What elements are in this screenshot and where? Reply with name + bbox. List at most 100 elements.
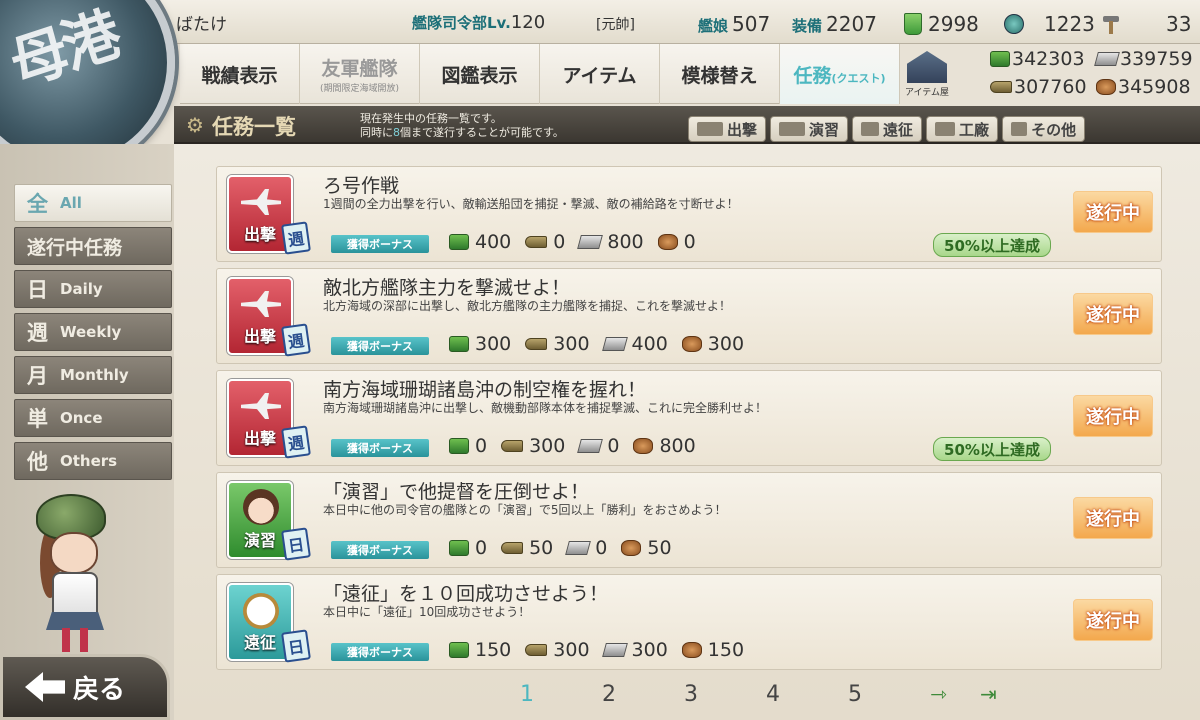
- nav-furniture[interactable]: 模様替え: [660, 44, 780, 104]
- quest-category: 出撃: [243, 429, 276, 448]
- bonus-badge: 獲得ボーナス: [331, 235, 429, 253]
- progress-badge: 50%以上達成: [933, 233, 1051, 257]
- tab-sortie-label: 出撃: [727, 120, 758, 139]
- ship-count-value: 507: [732, 12, 771, 36]
- filter-all-kanji: 全: [27, 192, 48, 216]
- quest-status-button[interactable]: 遂行中: [1073, 395, 1153, 437]
- steel-icon: [565, 541, 592, 555]
- filter-once[interactable]: 単 Once: [14, 399, 172, 437]
- quest-status-button[interactable]: 遂行中: [1073, 191, 1153, 233]
- back-button[interactable]: 戻る: [0, 654, 170, 720]
- plane-icon: [241, 291, 281, 317]
- page-1-button[interactable]: 1: [520, 682, 602, 707]
- reward-steel-value: 0: [595, 537, 608, 559]
- screw-count: 1223: [1004, 12, 1123, 36]
- last-page-icon[interactable]: ⇥: [980, 682, 1030, 707]
- steel-resource: 339759: [1094, 48, 1193, 70]
- filter-daily[interactable]: 日 Daily: [14, 270, 172, 308]
- resource-panel: 342303 339759 307760 345908: [990, 48, 1200, 102]
- tab-expedition[interactable]: 遠征: [852, 116, 923, 142]
- quest-status-button[interactable]: 遂行中: [1073, 599, 1153, 641]
- quest-status-button[interactable]: 遂行中: [1073, 497, 1153, 539]
- quest-card[interactable]: 遠征 日 「遠征」を１０回成功させよう！ 本日中に「遠征」10回成功させよう！ …: [216, 574, 1162, 670]
- quest-status-button[interactable]: 遂行中: [1073, 293, 1153, 335]
- reward-bauxite-value: 300: [707, 333, 745, 355]
- quest-title: 「遠征」を１０回成功させよう！: [323, 583, 609, 605]
- tab-exercise[interactable]: 演習: [770, 116, 849, 142]
- shop-icon: [907, 51, 947, 83]
- reward-ammo-value: 300: [553, 639, 590, 661]
- quest-card[interactable]: 出撃 週 敵北方艦隊主力を撃滅せよ！ 北方海域の深部に出撃し、敵北方艦隊の主力艦…: [216, 268, 1162, 364]
- bauxite-icon: [633, 438, 654, 454]
- bauxite-resource: 345908: [1096, 76, 1191, 98]
- nav-encyclopedia[interactable]: 図鑑表示: [420, 44, 540, 104]
- quest-title-bar: ⚙ 任務一覧 現在発生中の任務一覧です。 同時に8個まで遂行することが可能です。…: [174, 106, 1200, 144]
- reward-ammo: 50: [501, 537, 553, 559]
- tab-other[interactable]: その他: [1002, 116, 1086, 142]
- page-5-button[interactable]: 5: [848, 682, 930, 707]
- nav-friend-fleet[interactable]: 友軍艦隊 (期間限定海域開放): [300, 44, 420, 104]
- nav-items[interactable]: アイテム: [540, 44, 660, 104]
- nav-record[interactable]: 戦績表示: [180, 44, 300, 104]
- nav-record-label: 戦績表示: [201, 64, 278, 87]
- nav-quests[interactable]: 任務(クエスト): [780, 44, 900, 104]
- back-label: 戻る: [73, 674, 126, 705]
- next-page-icon[interactable]: ⇾: [930, 682, 980, 707]
- reward-bauxite-value: 0: [683, 231, 696, 253]
- bucket-value: 2998: [928, 12, 979, 36]
- filter-monthly[interactable]: 月 Monthly: [14, 356, 172, 394]
- repair-bucket-icon: [904, 13, 922, 35]
- nav-quests-en: (クエスト): [831, 71, 886, 85]
- filter-others[interactable]: 他 Others: [14, 442, 172, 480]
- quest-card[interactable]: 出撃 週 ろ号作戦 1週間の全力出撃を行い、敵輸送船団を捕捉・撃滅、敵の補給路を…: [216, 166, 1162, 262]
- filter-in-progress[interactable]: 遂行中任務: [14, 227, 172, 265]
- bauxite-icon: [1096, 79, 1116, 95]
- quest-description: 本日中に「遠征」10回成功させよう！: [323, 605, 531, 619]
- quest-card[interactable]: 出撃 週 南方海域珊瑚諸島沖の制空権を握れ！ 南方海域珊瑚諸島沖に出撃し、敵機動…: [216, 370, 1162, 466]
- quest-rewards: 400 0 800 0: [449, 231, 696, 253]
- tab-expedition-label: 遠征: [883, 120, 914, 139]
- plane-icon: [241, 189, 281, 215]
- hq-level-value: 120: [510, 12, 546, 33]
- reward-steel: 800: [577, 231, 644, 253]
- quest-description: 1週間の全力出撃を行い、敵輸送船団を捕捉・撃滅、敵の補給路を寸断せよ！: [323, 197, 739, 211]
- quest-card[interactable]: 演習 日 「演習」で他提督を圧倒せよ！ 本日中に他の司令官の艦隊との「演習」で5…: [216, 472, 1162, 568]
- filter-weekly[interactable]: 週 Weekly: [14, 313, 172, 351]
- category-tabs: 出撃 演習 遠征 工廠 その他: [688, 116, 1086, 142]
- filter-daily-kanji: 日: [27, 278, 48, 302]
- reward-fuel-value: 400: [475, 231, 512, 253]
- page-4-button[interactable]: 4: [766, 682, 848, 707]
- hq-level: 艦隊司令部Lv.120: [412, 12, 545, 33]
- ammo-icon: [525, 644, 548, 656]
- progress-badge: 50%以上達成: [933, 437, 1051, 461]
- reward-fuel: 0: [449, 537, 487, 559]
- tab-arsenal[interactable]: 工廠: [926, 116, 999, 142]
- steel-icon: [601, 337, 628, 351]
- tab-sortie[interactable]: 出撃: [688, 116, 767, 142]
- nav-furniture-label: 模様替え: [681, 64, 758, 87]
- page-3-button[interactable]: 3: [684, 682, 766, 707]
- reward-bauxite: 800: [633, 435, 696, 457]
- fuel-value: 342303: [1012, 48, 1085, 70]
- filter-monthly-en: Monthly: [60, 366, 129, 384]
- page-2-button[interactable]: 2: [602, 682, 684, 707]
- quest-type-stamp: 日: [281, 527, 311, 561]
- item-shop-label: アイテム屋: [904, 88, 950, 98]
- quest-rewards: 150 300 300 150: [449, 639, 744, 661]
- gear-icon: ⚙: [186, 113, 204, 137]
- ammo-icon: [525, 338, 548, 350]
- ammo-icon: [501, 542, 524, 554]
- reward-fuel: 150: [449, 639, 511, 661]
- fuel-icon: [990, 51, 1010, 67]
- item-shop-button[interactable]: アイテム屋: [902, 46, 952, 98]
- title-desc-line2: 同時に8個まで遂行することが可能です。: [360, 126, 564, 140]
- chibi-face: [50, 532, 98, 574]
- fuel-icon: [449, 540, 469, 556]
- compass-icon: [243, 593, 279, 629]
- reward-steel-value: 400: [631, 333, 668, 355]
- quest-type-stamp: 日: [281, 629, 311, 663]
- filter-all[interactable]: 全 All: [14, 184, 172, 222]
- quest-category: 出撃: [243, 225, 276, 244]
- reward-steel-value: 0: [607, 435, 620, 457]
- steel-icon: [577, 235, 604, 249]
